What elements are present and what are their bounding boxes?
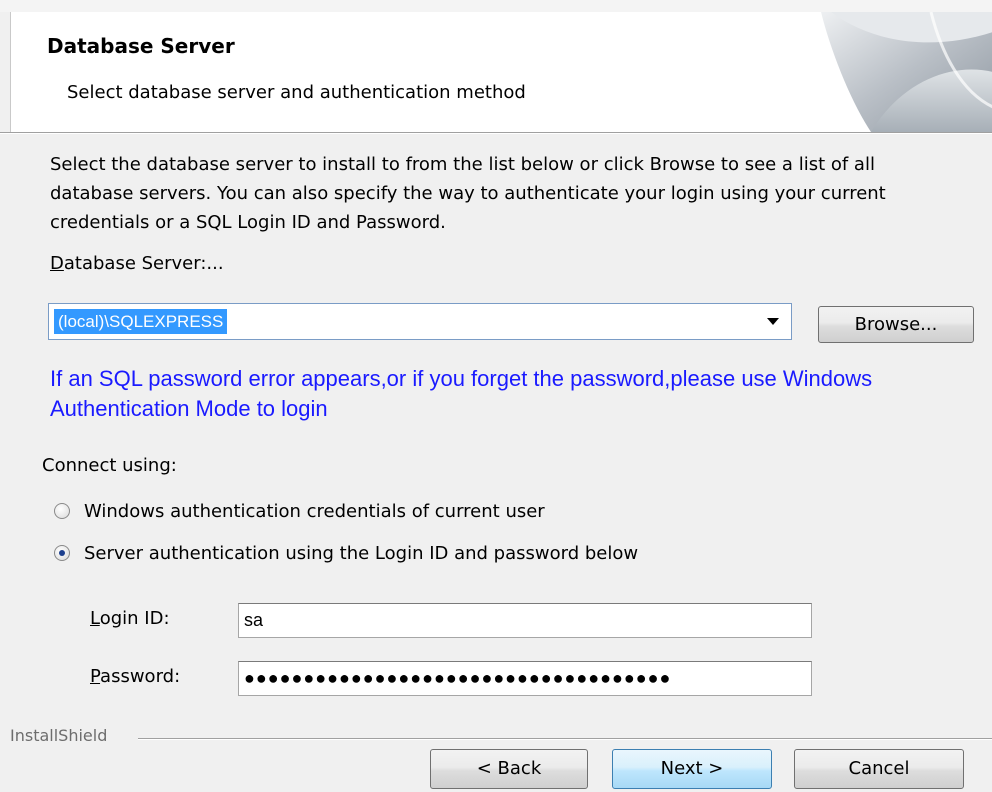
- connect-using-label: Connect using:: [42, 455, 177, 476]
- login-id-label-accesskey: L: [90, 608, 100, 629]
- footer-divider: [138, 738, 992, 740]
- password-label: Password:: [90, 666, 180, 687]
- login-id-input[interactable]: sa: [238, 603, 812, 638]
- back-button[interactable]: < Back: [430, 749, 588, 789]
- database-server-label-accesskey: D: [50, 253, 64, 274]
- browse-button[interactable]: Browse...: [818, 306, 974, 343]
- server-auth-radio[interactable]: [54, 545, 70, 561]
- password-label-accesskey: P: [90, 666, 101, 687]
- password-label-rest: assword:: [100, 666, 181, 687]
- windows-auth-label[interactable]: Windows authentication credentials of cu…: [84, 500, 545, 524]
- window-top-strip: [0, 0, 992, 12]
- password-hint-text: If an SQL password error appears,or if y…: [50, 366, 873, 421]
- header-divider: [0, 132, 992, 134]
- server-auth-label[interactable]: Server authentication using the Login ID…: [84, 542, 638, 566]
- chevron-down-icon[interactable]: [767, 318, 779, 325]
- radio-selected-dot: [59, 550, 65, 556]
- cancel-button[interactable]: Cancel: [794, 749, 964, 789]
- page-title: Database Server: [47, 34, 235, 58]
- instructions-text: Select the database server to install to…: [50, 154, 886, 233]
- database-server-label-rest: atabase Server:...: [63, 253, 224, 274]
- login-id-label: Login ID:: [90, 608, 170, 629]
- windows-auth-radio[interactable]: [54, 503, 70, 519]
- database-server-combobox[interactable]: (local)\SQLEXPRESS: [48, 303, 792, 340]
- next-button[interactable]: Next >: [612, 749, 772, 789]
- page-subtitle: Select database server and authenticatio…: [67, 82, 526, 103]
- header-banner: Database Server Select database server a…: [10, 12, 992, 132]
- installshield-brand: InstallShield: [10, 726, 108, 745]
- curl-graphic-icon: [821, 12, 992, 132]
- database-server-value[interactable]: (local)\SQLEXPRESS: [54, 309, 228, 334]
- login-id-label-rest: ogin ID:: [99, 608, 170, 629]
- password-input[interactable]: ●●●●●●●●●●●●●●●●●●●●●●●●●●●●●●●●●●●●: [238, 661, 812, 696]
- database-server-label: Database Server:...: [50, 253, 224, 274]
